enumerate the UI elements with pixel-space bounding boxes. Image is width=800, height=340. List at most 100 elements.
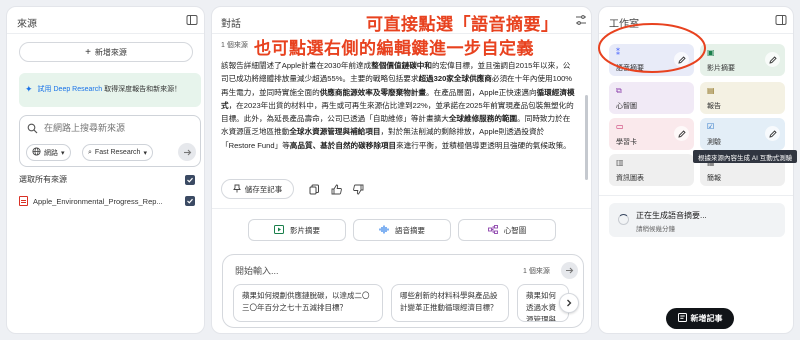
select-all-checkbox[interactable] (185, 174, 195, 185)
collapse-panel-icon[interactable] (186, 13, 198, 25)
copy-icon[interactable] (307, 182, 321, 196)
assistant-response: 該報告詳細闡述了Apple計畫在2030年前達成整個價值鏈碳中和的宏偉目標，並且… (221, 59, 577, 152)
search-mode-label: Fast Research (94, 149, 141, 156)
audio-overview-label: 語音摘要 (395, 225, 425, 235)
chat-composer[interactable]: 開始輸入... 1 個來源 蘋果如何規劃供應鏈脫碳，以達成二〇三〇年百分之七十五… (222, 254, 584, 328)
response-highlight: 全球維修服務的範圍 (448, 114, 518, 124)
globe-icon (32, 147, 41, 158)
quiz-tooltip: 根據來源內容生成 AI 互動式測驗 (693, 150, 798, 163)
pin-icon (232, 184, 241, 195)
thumbs-down-icon[interactable] (351, 182, 365, 196)
response-highlight: 高品質、基於自然的碳移除項目 (289, 140, 397, 150)
web-search-input[interactable] (44, 121, 194, 135)
studio-tile-label: 報告 (707, 103, 721, 110)
source-item-name: Apple_Environmental_Progress_Rep... (33, 196, 163, 206)
studio-tile-video[interactable]: ▣ 影片摘要 (700, 44, 785, 76)
studio-divider (599, 195, 793, 196)
thumbs-up-icon[interactable] (329, 182, 343, 196)
mindmap-icon: ⧉ (616, 86, 622, 95)
edit-pencil-icon[interactable] (765, 52, 780, 67)
mind-map-button[interactable]: 心智圖 (458, 219, 556, 241)
response-text: 。在產品層面，Apple正快速邁向 (426, 87, 537, 97)
studio-tile-quiz[interactable]: ☑ 測驗 (700, 118, 785, 150)
studio-tile-report[interactable]: ▤ 報告 (700, 82, 785, 114)
studio-tile-label: 心智圖 (616, 103, 637, 110)
annotation-circle (598, 23, 706, 73)
add-source-button[interactable]: + 新增來源 (19, 42, 193, 62)
studio-tile-mindmap[interactable]: ⧉ 心智圖 (609, 82, 694, 114)
source-item[interactable]: Apple_Environmental_Progress_Rep... (19, 196, 195, 206)
audio-icon (379, 225, 389, 236)
note-icon (677, 313, 687, 324)
source-count-label: 1 個來源 (221, 42, 248, 49)
search-scope-dropdown[interactable]: 網路 ▾ (26, 144, 71, 161)
search-submit-button[interactable] (178, 143, 196, 161)
studio-tile-label: 學習卡 (616, 139, 637, 146)
sources-panel-title: 來源 (17, 19, 37, 30)
suggested-question[interactable]: 哪些創新的材料科學與產品設計變革正推動循環經濟目標？ (391, 284, 509, 322)
search-mode-dropdown[interactable]: ⌕ Fast Research ▾ (82, 144, 153, 161)
studio-tile-infographic[interactable]: ▥ 資訊圖表 (609, 154, 694, 186)
edit-pencil-icon[interactable] (765, 126, 780, 141)
response-text: 該報告詳細闡述了Apple計畫在2030年前達成 (221, 61, 372, 70)
add-note-button[interactable]: 新增記事 (666, 308, 734, 329)
web-search-box: 網路 ▾ ⌕ Fast Research ▾ (19, 115, 201, 167)
response-highlight: 供應商能源效率及零廢棄物計畫 (319, 87, 427, 97)
quiz-icon: ☑ (707, 122, 715, 131)
deep-research-link[interactable]: 試用 Deep Research (38, 86, 103, 93)
studio-tile-label: 簡報 (707, 175, 721, 182)
deep-research-text: 試用 Deep Research 取得深度報告和新來源！ (37, 85, 182, 93)
arrow-right-icon (566, 267, 574, 274)
studio-tile-flashcard[interactable]: ▭ 學習卡 (609, 118, 694, 150)
mind-map-label: 心智圖 (503, 225, 527, 235)
check-icon (187, 198, 193, 204)
save-note-label: 儲存至記事 (244, 184, 283, 194)
chevron-down-icon: ▾ (61, 149, 65, 157)
suggested-question[interactable]: 蘋果如何規劃供應鏈脫碳，以達成二〇三〇年百分之七十五減排目標？ (233, 284, 383, 322)
add-note-label: 新增記事 (690, 314, 723, 323)
chat-panel-title: 對話 (221, 19, 241, 30)
search-scope-label: 網路 (44, 149, 58, 157)
video-overview-button[interactable]: 影片摘要 (248, 219, 346, 241)
composer-placeholder[interactable]: 開始輸入... (235, 264, 279, 277)
response-highlight: 超過320家全球供應商 (418, 74, 492, 84)
save-to-note-button[interactable]: 儲存至記事 (221, 179, 294, 199)
studio-tile-label: 測驗 (707, 139, 721, 146)
chat-divider (212, 208, 591, 209)
chevron-down-icon: ▾ (143, 149, 147, 157)
add-source-label: 新增來源 (94, 47, 127, 57)
source-checkbox[interactable] (185, 196, 195, 206)
send-button[interactable] (561, 262, 578, 279)
mindmap-icon (487, 224, 498, 236)
collapse-panel-icon[interactable] (775, 13, 787, 25)
video-overview-label: 影片摘要 (290, 225, 320, 235)
loading-spinner-icon (618, 214, 629, 225)
response-highlight: 整個價值鏈碳中和 (371, 61, 432, 70)
select-all-row[interactable]: 選取所有來源 (19, 174, 195, 185)
video-icon (274, 224, 284, 236)
arrow-right-icon (183, 149, 191, 155)
infographic-icon: ▥ (616, 158, 624, 167)
select-all-label: 選取所有來源 (19, 175, 67, 184)
generating-audio-card: 正在生成語音摘要... 請稍候幾分鐘 (609, 203, 785, 237)
annotation-line-2: 也可點選右側的編輯鍵進一步自定義 (254, 39, 534, 58)
chat-scrollbar[interactable] (585, 95, 588, 180)
edit-pencil-icon[interactable] (674, 126, 689, 141)
generating-title: 正在生成語音摘要... (636, 211, 707, 220)
chevron-right-icon (567, 299, 572, 307)
pdf-icon (19, 196, 28, 206)
flashcard-icon: ▭ (616, 122, 624, 131)
settings-sliders-icon[interactable] (575, 13, 587, 25)
audio-overview-button[interactable]: 語音摘要 (353, 219, 451, 241)
sources-panel: 來源 + 新增來源 ✦ 試用 Deep Research 取得深度報告和新來源！… (6, 6, 205, 334)
generating-subtitle: 請稍候幾分鐘 (636, 226, 675, 233)
next-suggestions-button[interactable] (559, 293, 579, 313)
studio-tile-label: 資訊圖表 (616, 175, 644, 182)
research-icon: ⌕ (88, 148, 92, 156)
annotation-line-1: 可直接點選「語音摘要」 (366, 15, 559, 34)
studio-tile-label: 影片摘要 (707, 65, 735, 72)
report-icon: ▤ (707, 86, 715, 95)
search-icon (27, 121, 38, 139)
composer-source-count: 1 個來源 (523, 268, 550, 275)
deep-research-banner[interactable]: ✦ 試用 Deep Research 取得深度報告和新來源！ (19, 73, 201, 107)
